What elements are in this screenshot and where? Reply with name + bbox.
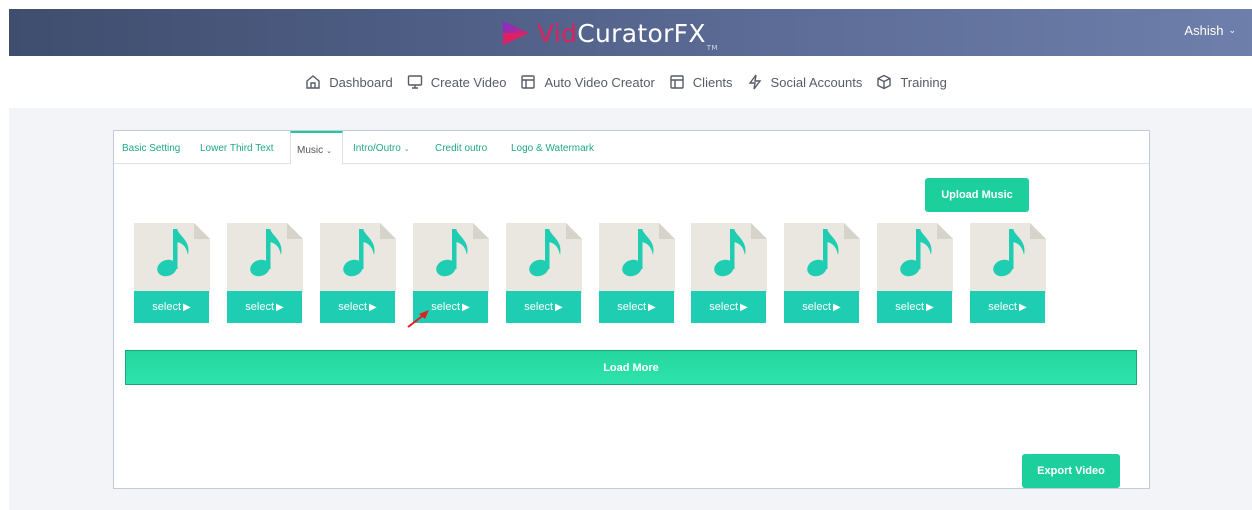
- select-button[interactable]: select ▶: [134, 291, 209, 323]
- nav-clients[interactable]: Clients: [669, 74, 733, 90]
- nav-label: Clients: [692, 74, 733, 90]
- music-item: select ▶: [226, 223, 304, 323]
- layout-icon: [521, 75, 536, 89]
- music-file-icon: [227, 223, 303, 293]
- select-label: select: [802, 301, 832, 313]
- logo-text: VidCuratorFXTM: [537, 18, 718, 52]
- monitor-icon: [407, 75, 422, 89]
- play-logo-icon: [503, 21, 529, 45]
- select-button[interactable]: select ▶: [227, 291, 302, 323]
- select-button[interactable]: select ▶: [506, 291, 581, 323]
- select-button[interactable]: select ▶: [970, 291, 1045, 323]
- tab-logo-watermark[interactable]: Logo & Watermark: [511, 143, 594, 154]
- nav-label: Social Accounts: [770, 74, 863, 90]
- nav-social-accounts[interactable]: Social Accounts: [747, 74, 863, 90]
- tab-music-label: Music: [297, 145, 324, 156]
- select-label: select: [988, 301, 1018, 313]
- music-item: select ▶: [505, 223, 583, 323]
- music-file-icon: [970, 223, 1046, 293]
- top-header: VidCuratorFXTM Ashish ⌄: [9, 9, 1252, 56]
- select-label: select: [617, 301, 647, 313]
- chevron-down-icon: ⌄: [326, 148, 332, 155]
- nav-dashboard[interactable]: Dashboard: [305, 74, 393, 90]
- user-name: Ashish: [1184, 23, 1224, 38]
- nav-label: Training: [900, 74, 947, 90]
- music-item: select ▶: [598, 223, 676, 323]
- export-video-button[interactable]: Export Video: [1022, 454, 1120, 488]
- main-nav: Dashboard Create Video Auto Video Creato…: [0, 56, 1252, 108]
- editor-panel: Basic Setting Lower Third Text Music ⌄ In…: [113, 130, 1150, 489]
- play-icon: ▶: [1019, 301, 1027, 313]
- tab-basic-setting[interactable]: Basic Setting: [122, 143, 180, 154]
- music-file-icon: [506, 223, 582, 293]
- select-button[interactable]: select ▶: [691, 291, 766, 323]
- upload-music-button[interactable]: Upload Music: [925, 178, 1029, 212]
- layout-icon: [670, 75, 684, 89]
- select-button[interactable]: select ▶: [877, 291, 952, 323]
- nav-training[interactable]: Training: [876, 74, 947, 90]
- music-item: select ▶: [690, 223, 768, 323]
- select-button[interactable]: select ▶: [784, 291, 859, 323]
- select-label: select: [431, 301, 461, 313]
- play-icon: ▶: [276, 301, 284, 313]
- logo-rest-text: CuratorFX: [577, 18, 706, 48]
- tab-credit-outro[interactable]: Credit outro: [435, 143, 487, 154]
- music-item: select ▶: [133, 223, 211, 323]
- music-item: select ▶: [319, 223, 397, 323]
- select-label: select: [709, 301, 739, 313]
- play-icon: ▶: [369, 301, 377, 313]
- music-item: select ▶: [783, 223, 861, 323]
- select-label: select: [895, 301, 925, 313]
- music-file-icon: [691, 223, 767, 293]
- tab-intro-outro-label: Intro/Outro: [353, 143, 401, 154]
- select-label: select: [524, 301, 554, 313]
- play-icon: ▶: [462, 301, 470, 313]
- load-more-button[interactable]: Load More: [125, 350, 1137, 385]
- chevron-down-icon: ⌄: [1228, 25, 1236, 35]
- play-icon: ▶: [833, 301, 841, 313]
- logo-tm-text: TM: [706, 43, 718, 52]
- select-label: select: [245, 301, 275, 313]
- settings-tabs: Basic Setting Lower Third Text Music ⌄ In…: [114, 131, 1149, 165]
- music-item: select ▶: [969, 223, 1047, 323]
- music-file-icon: [877, 223, 953, 293]
- tab-intro-outro[interactable]: Intro/Outro ⌄: [353, 143, 410, 154]
- red-arrow-icon: [407, 310, 429, 328]
- select-button[interactable]: select ▶: [320, 291, 395, 323]
- play-icon: ▶: [183, 301, 191, 313]
- box-icon: [877, 74, 892, 90]
- select-button[interactable]: select ▶: [599, 291, 674, 323]
- music-file-icon: [599, 223, 675, 293]
- tab-music[interactable]: Music ⌄: [290, 131, 343, 165]
- tab-lower-third-text[interactable]: Lower Third Text: [200, 143, 274, 154]
- nav-create-video[interactable]: Create Video: [407, 74, 507, 90]
- music-file-icon: [134, 223, 210, 293]
- nav-label: Dashboard: [329, 74, 393, 90]
- nav-label: Create Video: [430, 74, 507, 90]
- chevron-down-icon: ⌄: [403, 146, 410, 153]
- music-file-icon: [784, 223, 860, 293]
- select-label: select: [338, 301, 368, 313]
- nav-label: Auto Video Creator: [544, 74, 655, 90]
- play-icon: ▶: [740, 301, 748, 313]
- play-icon: ▶: [555, 301, 563, 313]
- app-logo[interactable]: VidCuratorFXTM: [501, 17, 718, 52]
- play-icon: ▶: [926, 301, 934, 313]
- nav-auto-video-creator[interactable]: Auto Video Creator: [520, 74, 655, 90]
- lightning-icon: [748, 74, 761, 90]
- home-icon: [306, 75, 320, 89]
- music-item: select ▶: [876, 223, 954, 323]
- music-file-icon: [320, 223, 396, 293]
- logo-vid-text: Vid: [537, 18, 578, 48]
- user-menu[interactable]: Ashish ⌄: [1184, 23, 1236, 38]
- music-file-icon: [413, 223, 489, 293]
- play-icon: ▶: [648, 301, 656, 313]
- select-label: select: [152, 301, 182, 313]
